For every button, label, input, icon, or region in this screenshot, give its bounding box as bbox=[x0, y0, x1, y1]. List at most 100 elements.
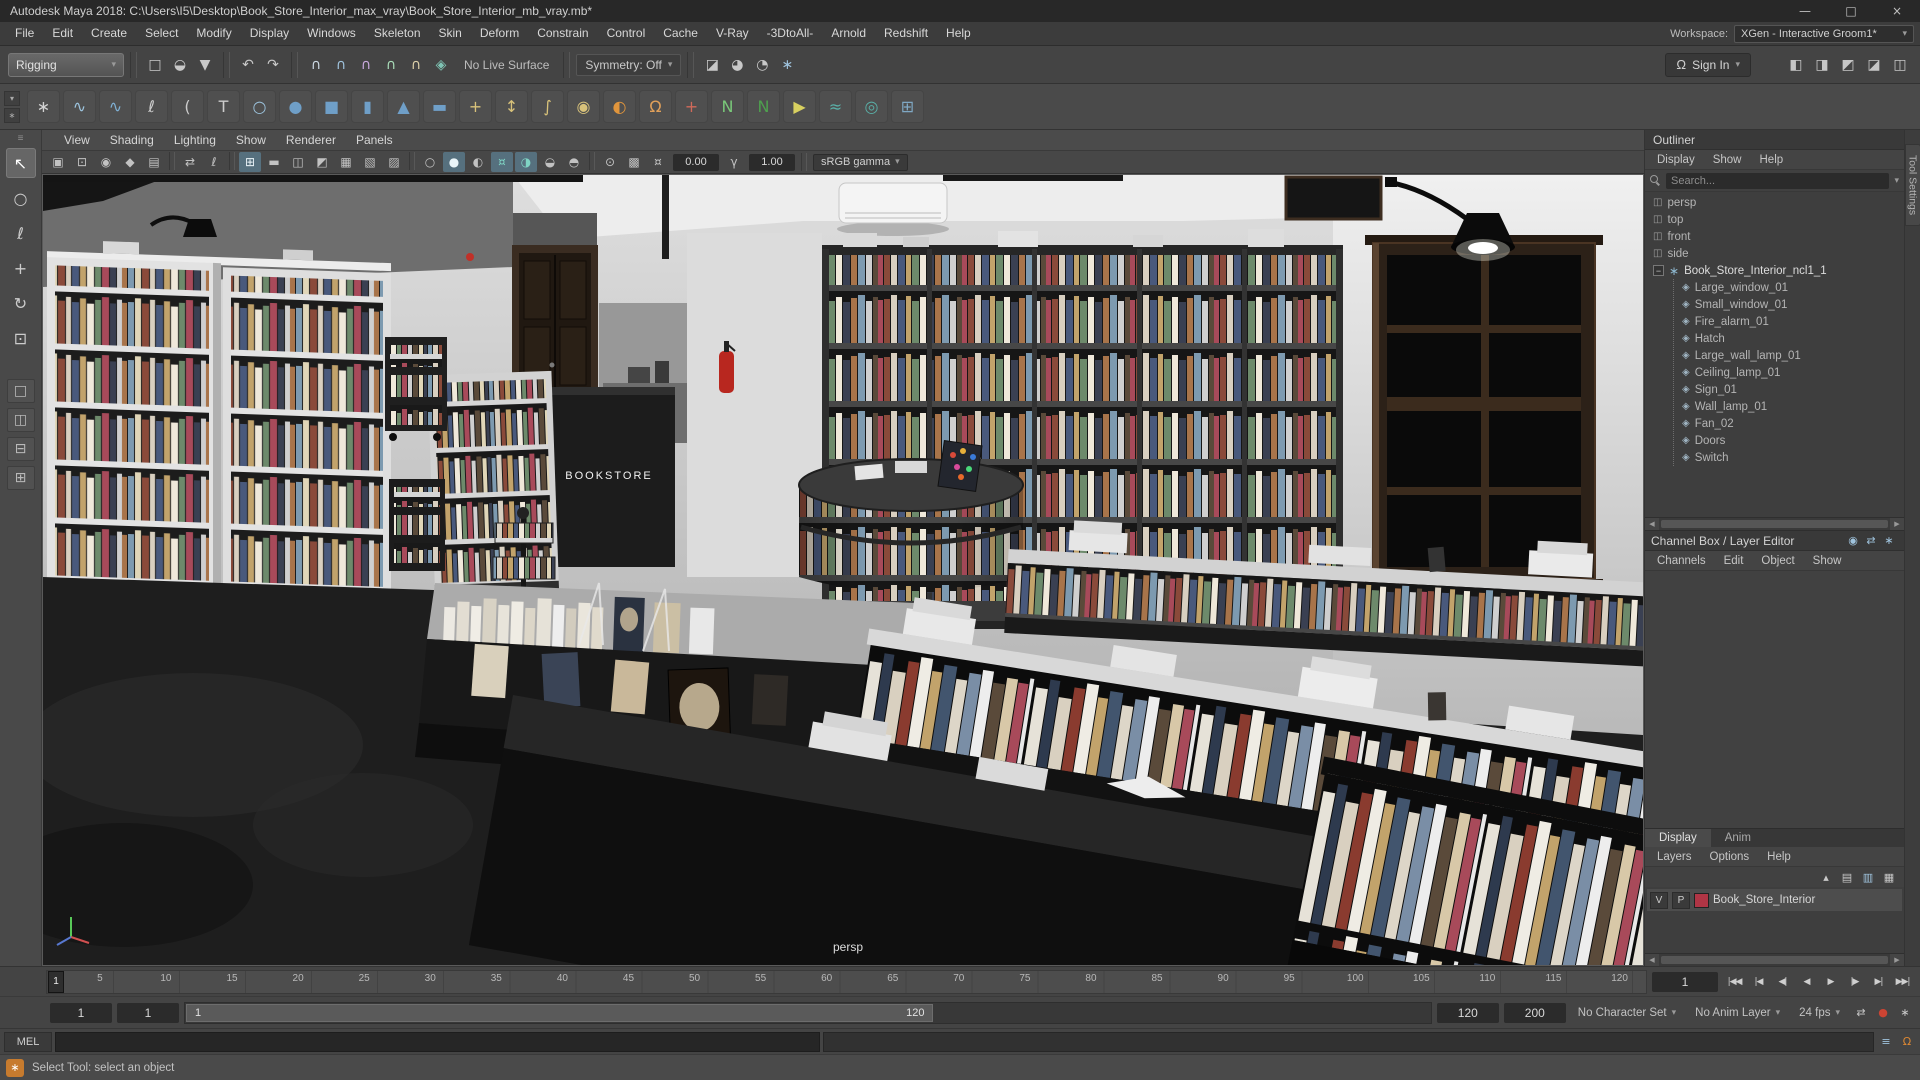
current-time-field[interactable]: 1 bbox=[1652, 971, 1718, 992]
outliner-item-front[interactable]: ◫ front bbox=[1645, 228, 1904, 245]
field-chart-icon[interactable]: ▦ bbox=[335, 152, 357, 172]
auto-keyframe-toggle-icon[interactable]: ● bbox=[1874, 1004, 1892, 1022]
viewport-menu-shading[interactable]: Shading bbox=[100, 133, 164, 147]
interactive-playback-icon[interactable]: ▶ bbox=[783, 90, 816, 123]
screen-space-ao-icon[interactable]: ◒ bbox=[539, 152, 561, 172]
render-current-frame-icon[interactable]: ◕ bbox=[725, 53, 749, 77]
safe-action-icon[interactable]: ▧ bbox=[359, 152, 381, 172]
help-line-icon[interactable]: ∗ bbox=[6, 1058, 24, 1077]
wrap-deformer-icon[interactable]: ◎ bbox=[855, 90, 888, 123]
undo-icon[interactable]: ↶ bbox=[236, 53, 260, 77]
two-d-pan-zoom-icon[interactable]: ⇄ bbox=[179, 152, 201, 172]
scroll-right-icon[interactable]: ▶ bbox=[1890, 954, 1904, 966]
render-settings-icon[interactable]: ∗ bbox=[775, 53, 799, 77]
collapse-icon[interactable]: − bbox=[1653, 265, 1664, 276]
chevron-down-icon[interactable]: ▾ bbox=[1894, 176, 1899, 186]
new-layer-from-selected-icon[interactable]: ▥ bbox=[1859, 868, 1877, 886]
tab-display[interactable]: Display bbox=[1645, 829, 1711, 847]
small-window[interactable] bbox=[1284, 175, 1383, 221]
play-backwards-button[interactable]: ◀ bbox=[1795, 971, 1818, 993]
two-pane-stacked-layout-icon[interactable]: ⊟ bbox=[6, 437, 35, 461]
menu-arnold[interactable]: Arnold bbox=[822, 22, 875, 45]
channel-box-toggle-icon[interactable]: ◫ bbox=[1888, 53, 1912, 77]
modeling-toolkit-toggle-icon[interactable]: ◧ bbox=[1784, 53, 1808, 77]
outliner-item-fire-alarm-01[interactable]: ◈ Fire_alarm_01 bbox=[1674, 313, 1904, 330]
viewport-menu-lighting[interactable]: Lighting bbox=[164, 133, 226, 147]
ik-spline-handle-icon[interactable]: ∫ bbox=[531, 90, 564, 123]
nurbs-cone-icon[interactable]: ▲ bbox=[387, 90, 420, 123]
playback-start-field[interactable]: 1 bbox=[117, 1002, 179, 1023]
isolate-select-icon[interactable]: ⊙ bbox=[599, 152, 621, 172]
channelbox-menu-edit[interactable]: Edit bbox=[1716, 555, 1752, 567]
outliner-menu-display[interactable]: Display bbox=[1649, 154, 1703, 166]
play-forwards-button[interactable]: ▶ bbox=[1819, 971, 1842, 993]
motion-blur-icon[interactable]: ◓ bbox=[563, 152, 585, 172]
outliner-item-small-window-01[interactable]: ◈ Small_window_01 bbox=[1674, 296, 1904, 313]
menu-file[interactable]: File bbox=[6, 22, 43, 45]
ncloth-create-icon[interactable]: N bbox=[711, 90, 744, 123]
time-slider-track[interactable]: 1 5 10 15 20 25 30 35 40 45 50 55 60 65 70 75 80 85 90 95 1… bbox=[46, 969, 1647, 994]
outliner-item-switch[interactable]: ◈ Switch bbox=[1674, 449, 1904, 466]
air-conditioner[interactable] bbox=[837, 182, 949, 236]
range-slider-track[interactable]: 1 120 bbox=[184, 1001, 1432, 1024]
range-slider-bar[interactable]: 1 120 bbox=[186, 1003, 934, 1022]
ep-curve-tool-icon[interactable]: ∿ bbox=[99, 90, 132, 123]
outliner-menu-show[interactable]: Show bbox=[1705, 154, 1750, 166]
view-transform-selector[interactable]: sRGB gamma ▾ bbox=[813, 153, 908, 171]
command-result-field[interactable] bbox=[822, 1031, 1874, 1052]
symmetry-selector[interactable]: Symmetry: Off ▾ bbox=[576, 53, 682, 76]
sign-in-button[interactable]: Ω Sign In ▾ bbox=[1665, 52, 1751, 77]
shelf-gear-icon[interactable]: ∗ bbox=[4, 107, 20, 123]
grease-pencil-icon[interactable]: ℓ bbox=[203, 152, 225, 172]
menu-modify[interactable]: Modify bbox=[187, 22, 240, 45]
save-scene-icon[interactable]: ▼ bbox=[193, 53, 217, 77]
textured-mode-icon[interactable]: ◐ bbox=[467, 152, 489, 172]
nrigid-create-icon[interactable]: N bbox=[747, 90, 780, 123]
mirror-joint-icon[interactable]: ◐ bbox=[603, 90, 636, 123]
script-editor-icon[interactable]: ≡ bbox=[1877, 1033, 1895, 1051]
animation-start-field[interactable]: 1 bbox=[50, 1002, 112, 1023]
tension-deformer-icon[interactable]: ≈ bbox=[819, 90, 852, 123]
snap-to-view-plane-icon[interactable]: ∩ bbox=[404, 53, 428, 77]
close-button[interactable]: × bbox=[1874, 0, 1920, 22]
snap-to-point-icon[interactable]: ∩ bbox=[354, 53, 378, 77]
large-window[interactable] bbox=[1365, 235, 1603, 589]
paint-selection-tool-icon[interactable]: ℓ bbox=[6, 218, 36, 248]
bookstore-scene[interactable]: BOOKSTORE persp bbox=[43, 175, 1643, 965]
viewport-menu-renderer[interactable]: Renderer bbox=[276, 133, 346, 147]
camera-attributes-icon[interactable]: ◉ bbox=[95, 152, 117, 172]
scroll-left-icon[interactable]: ◀ bbox=[1645, 954, 1659, 966]
fps-selector[interactable]: 24 fps ▾ bbox=[1792, 1003, 1847, 1023]
use-all-lights-icon[interactable]: ¤ bbox=[491, 152, 513, 173]
bookmarks-icon[interactable]: ◆ bbox=[119, 152, 141, 172]
outliner-item-wall-lamp-01[interactable]: ◈ Wall_lamp_01 bbox=[1674, 398, 1904, 415]
open-scene-icon[interactable]: ◒ bbox=[168, 53, 192, 77]
snap-to-grid-icon[interactable]: ∩ bbox=[304, 53, 328, 77]
new-scene-icon[interactable]: □ bbox=[143, 53, 167, 77]
content-browser-icon[interactable]: Ω bbox=[1898, 1033, 1916, 1051]
menu-edit[interactable]: Edit bbox=[43, 22, 82, 45]
minimize-button[interactable]: — bbox=[1782, 0, 1828, 22]
gate-mask-icon[interactable]: ◩ bbox=[311, 152, 333, 172]
nurbs-cylinder-icon[interactable]: ▮ bbox=[351, 90, 384, 123]
nurbs-circle-icon[interactable]: ○ bbox=[243, 90, 276, 123]
layer-visibility-toggle[interactable]: V bbox=[1650, 891, 1668, 909]
character-set-selector[interactable]: No Character Set ▾ bbox=[1571, 1003, 1683, 1023]
film-gate-icon[interactable]: ▬ bbox=[263, 152, 285, 172]
nurbs-sphere-icon[interactable]: ● bbox=[279, 90, 312, 123]
menu-control[interactable]: Control bbox=[598, 22, 655, 45]
scroll-right-icon[interactable]: ▶ bbox=[1890, 518, 1904, 530]
current-frame-marker[interactable]: 1 bbox=[48, 970, 64, 993]
outliner-item-persp[interactable]: ◫ persp bbox=[1645, 194, 1904, 211]
text-curves-icon[interactable]: T bbox=[207, 90, 240, 123]
command-language-toggle[interactable]: MEL bbox=[4, 1031, 52, 1052]
outliner-item-sign-01[interactable]: ◈ Sign_01 bbox=[1674, 381, 1904, 398]
shadows-icon[interactable]: ◑ bbox=[515, 152, 537, 173]
outliner-item-large-window-01[interactable]: ◈ Large_window_01 bbox=[1674, 279, 1904, 296]
channelbox-menu-channels[interactable]: Channels bbox=[1649, 555, 1714, 567]
rotate-tool-icon[interactable]: ↻ bbox=[6, 288, 36, 318]
menu-cache[interactable]: Cache bbox=[654, 22, 707, 45]
exposure-icon[interactable]: ¤ bbox=[647, 152, 669, 172]
viewport-menu-show[interactable]: Show bbox=[226, 133, 276, 147]
shaded-mode-icon[interactable]: ● bbox=[443, 152, 465, 173]
